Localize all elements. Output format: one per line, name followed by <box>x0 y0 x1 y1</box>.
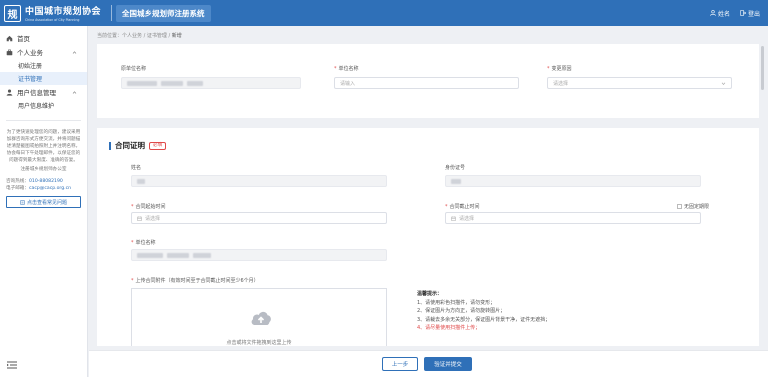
no-fixed-term-label: 无固定期限 <box>683 204 709 210</box>
checkbox-box[interactable] <box>676 204 682 209</box>
logout-icon <box>740 10 746 16</box>
user-icon <box>710 10 716 16</box>
sidebar-item-certificate-management[interactable]: 证书管理 <box>0 72 87 85</box>
required-badge: 必填 <box>149 141 167 150</box>
logo-mark: 规 <box>4 4 21 22</box>
no-fixed-term-checkbox[interactable]: 无固定期限 <box>676 203 709 210</box>
phone-value: 010-88082190 <box>28 179 63 184</box>
tips-title: 温馨提示： <box>417 291 443 297</box>
id-number-label: 身份证号 <box>445 165 466 171</box>
breadcrumb-sep: / <box>168 33 171 39</box>
email-label: 电子邮箱： <box>6 186 29 191</box>
redacted-text <box>193 252 211 258</box>
home-icon <box>6 35 13 41</box>
upload-hint: 点击或将文件拖拽到这里上传 <box>226 340 292 346</box>
page-scrollbar[interactable] <box>761 46 764 90</box>
contact-info: 咨询热线：010-88082190 电子邮箱：cacp@cacp.org.cn <box>0 172 87 192</box>
sidebar-item-personal-business[interactable]: 个人业务 <box>0 45 87 59</box>
original-unit-field <box>121 77 301 89</box>
section-bar <box>109 141 111 150</box>
system-title: 全国城乡规划师注册系统 <box>116 4 211 22</box>
change-info-card: 原单位名称 * 单位名称 请输入 * 变更原因 请选择 <box>97 44 759 118</box>
redacted-text <box>137 252 163 258</box>
contract-unit-label: * 单位名称 <box>131 240 156 246</box>
sidebar-item-label: 个人业务 <box>17 49 43 57</box>
upload-dropzone[interactable]: 点击或将文件拖拽到这里上传 <box>131 288 387 346</box>
section-title: 合同证明 必填 <box>109 140 167 151</box>
name-label: 姓名 <box>131 165 142 171</box>
logout-label: 登出 <box>747 10 760 18</box>
redacted-text <box>187 80 203 86</box>
redacted-text <box>167 252 189 258</box>
org-name-cn: 中国城市规划协会 <box>25 7 102 17</box>
unit-name-label: * 单位名称 <box>334 66 359 72</box>
user-icon <box>6 89 13 96</box>
faq-button[interactable]: 点击查看常见问题 <box>6 196 81 208</box>
unit-name-input[interactable]: 请输入 <box>334 77 519 89</box>
breadcrumb-sep: / <box>143 33 146 39</box>
redacted-text <box>137 178 145 184</box>
tip-item: 3、请裁去多余无关部分，保证图片背景干净，证件无遮挡； <box>417 316 551 323</box>
briefcase-icon <box>6 49 13 55</box>
faq-button-label: 点击查看常见问题 <box>26 199 67 206</box>
contract-unit-field <box>131 249 387 261</box>
user-menu[interactable]: 姓名 <box>710 9 730 18</box>
redacted-text <box>161 80 183 86</box>
sidebar-item-user-info-maintenance[interactable]: 用户信息维护 <box>0 99 87 112</box>
breadcrumb-current: 新增 <box>171 33 182 39</box>
tip-item: 4、请尽量使用扫描件上传； <box>417 325 481 331</box>
contract-end-datepicker[interactable]: 请选择 <box>445 212 701 224</box>
document-icon <box>20 199 25 205</box>
breadcrumb: 当前位置：个人业务 / 证书管理 / 新增 <box>97 32 182 39</box>
previous-step-button[interactable]: 上一步 <box>382 357 418 371</box>
sidebar-item-label: 首页 <box>17 35 30 43</box>
breadcrumb-level1[interactable]: 个人业务 <box>122 33 142 39</box>
contract-title: 合同证明 <box>115 141 145 150</box>
header-divider <box>111 5 113 21</box>
chevron-down-icon <box>721 82 726 85</box>
calendar-icon <box>137 216 142 221</box>
user-name: 姓名 <box>717 10 730 18</box>
cloud-upload-icon <box>251 311 271 325</box>
chevron-up-icon <box>72 90 77 94</box>
cacp-logo: 规 中国城市规划协会 China Association of City Pla… <box>4 2 101 24</box>
contract-start-datepicker[interactable]: 请选择 <box>131 212 387 224</box>
sidebar: 首页 个人业务 初始注册 证书管理 用户信息管理 用户信息维护 为了更快速处理您… <box>0 26 88 377</box>
sidebar-item-initial-registration[interactable]: 初始注册 <box>0 59 87 72</box>
menu-collapse-icon[interactable] <box>7 361 17 369</box>
chevron-up-icon <box>72 50 77 54</box>
footer-bar: 上一步 验证并提交 <box>89 350 768 377</box>
sidebar-item-label: 用户信息管理 <box>17 89 56 97</box>
verify-submit-button[interactable]: 验证并提交 <box>424 357 472 371</box>
contract-end-label: * 合同截止时间 <box>445 204 480 210</box>
logout-button[interactable]: 登出 <box>740 9 760 18</box>
change-reason-select[interactable]: 请选择 <box>547 77 732 89</box>
upload-label: * 上传合同附件（有效时间至于合同截止时间至少6个月） <box>131 278 259 284</box>
calendar-icon <box>451 216 456 221</box>
redacted-text <box>451 178 461 184</box>
change-reason-label: * 变更原因 <box>547 66 572 72</box>
id-number-field <box>445 175 701 187</box>
org-name-en: China Association of City Planning <box>25 18 80 22</box>
name-field <box>131 175 387 187</box>
email-value[interactable]: cacp@cacp.org.cn <box>29 186 71 191</box>
sidebar-item-user-info-management[interactable]: 用户信息管理 <box>0 85 87 99</box>
redacted-text <box>127 80 157 86</box>
original-unit-label: 原单位名称 <box>121 66 147 72</box>
phone-label: 咨询热线： <box>6 179 29 184</box>
sidebar-item-home[interactable]: 首页 <box>0 31 87 45</box>
contract-proof-card: 合同证明 必填 姓名 身份证号 * 合同起始时间 请选择 * 合同截止时间 无固定期… <box>97 128 759 346</box>
top-header: 规 中国城市规划协会 China Association of City Pla… <box>0 0 768 26</box>
breadcrumb-prefix: 当前位置： <box>97 33 123 39</box>
tips-block: 温馨提示： 1、请使用彩色扫描件，请勿变形； 2、保证图片为方向正，请勿旋转图片… <box>417 290 550 333</box>
tip-item: 2、保证图片为方向正，请勿旋转图片； <box>417 308 506 314</box>
breadcrumb-level2[interactable]: 证书管理 <box>147 33 167 39</box>
contract-start-label: * 合同起始时间 <box>131 204 166 210</box>
tip-item: 1、请使用彩色扫描件，请勿变形； <box>417 299 496 306</box>
sidebar-notice: 为了更快速处理您的问题，建议采用加群咨询形式方便交流，并将问题描述清楚截图或拍照… <box>6 130 81 163</box>
